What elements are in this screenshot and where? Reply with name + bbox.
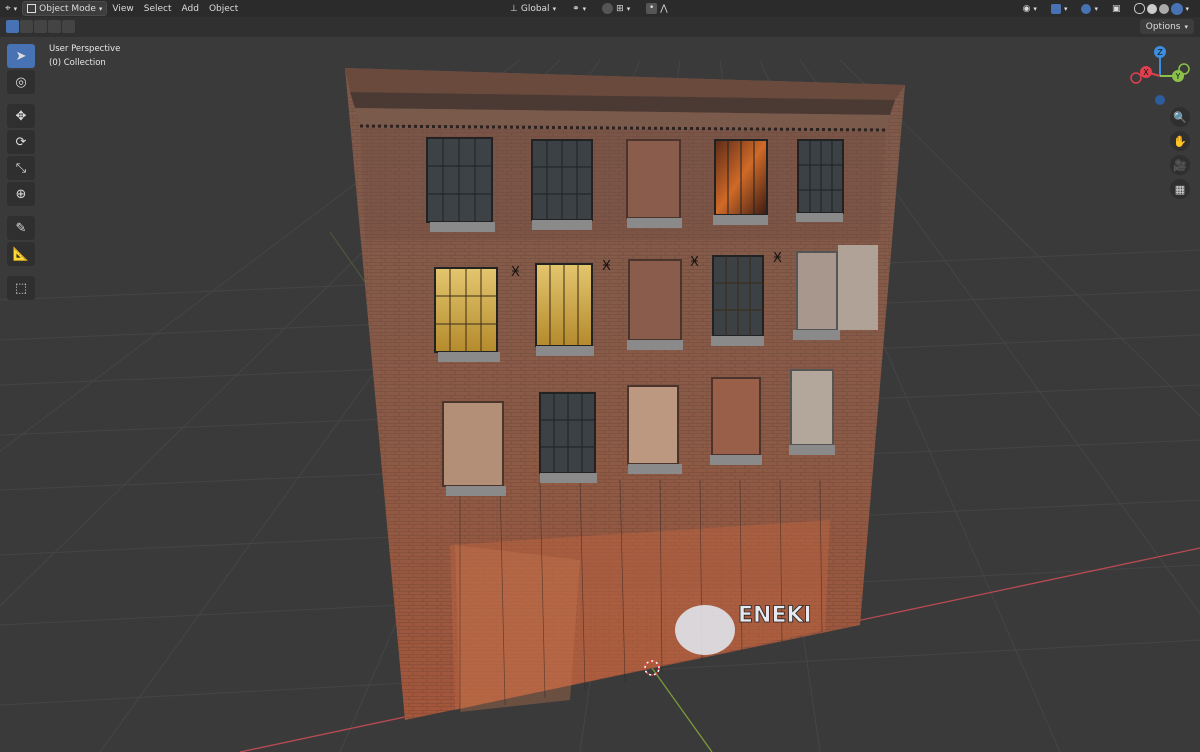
chevron-down-icon: ▾ [1063,4,1068,13]
xray-toggle[interactable]: ▣ [1107,1,1126,16]
header-right-controls: ◉ ▾ ▾ ▾ ▣ ▾ [1018,1,1194,16]
toolbar-divider [7,96,35,102]
orientation-label: Global [520,3,550,14]
eye-icon: ◉ [1022,3,1031,14]
viewport-header: ⌖ ▾ Object Mode ▾ View Select Add Object… [0,0,1200,17]
chevron-down-icon: ▾ [552,4,557,13]
camera-icon[interactable]: 🎥 [1170,155,1190,175]
material-shading-icon[interactable] [1159,3,1170,14]
scale-icon[interactable]: ⤡ [7,156,35,180]
chevron-down-icon: ▾ [1185,4,1189,13]
toolbar-divider [7,268,35,274]
proportional-edit-toggle[interactable]: • ⋀ [641,1,672,16]
svg-text:Ӿ: Ӿ [690,255,699,270]
select-subtract-icon[interactable] [34,20,47,33]
select-invert-icon[interactable] [62,20,75,33]
transform-icon[interactable]: ⊕ [7,182,35,206]
select-intersect-icon[interactable] [48,20,61,33]
mode-dropdown[interactable]: Object Mode ▾ [22,1,108,16]
menu-select[interactable]: Select [139,1,177,16]
shading-modes[interactable]: ▾ [1129,1,1194,16]
snap-toggle[interactable]: ⊞ ▾ [597,1,635,16]
chevron-down-icon: ▾ [1184,22,1188,31]
rendered-shading-icon[interactable] [1171,2,1184,15]
3d-viewport[interactable]: Ӿ Ӿ Ӿ Ӿ ENEKI User Perspective (0) Colle… [0,37,1200,752]
gizmo-y-label: Y [1175,72,1181,81]
gizmo-toggle[interactable]: ▾ [1046,1,1073,16]
menu-view[interactable]: View [107,1,138,16]
measure-icon[interactable]: 📐 [7,242,35,266]
menu-add[interactable]: Add [177,1,204,16]
pivot-point-dropdown[interactable]: ⚭ ▾ [567,1,591,16]
solid-shading-icon[interactable] [1147,3,1158,14]
svg-text:Ӿ: Ӿ [773,251,782,266]
select-new-icon[interactable] [6,20,19,33]
proportional-edit-icon: • [646,3,658,14]
gizmo-icon [1050,3,1061,14]
cursor-select-icon[interactable]: ➤ [7,44,35,68]
overlays-icon [1081,3,1092,14]
perspective-label: User Perspective [49,44,121,54]
falloff-icon: ⋀ [660,3,668,14]
gizmo-z-label: Z [1157,48,1163,57]
rotate-icon[interactable]: ⟳ [7,130,35,154]
zoom-icon[interactable]: 🔍 [1170,107,1190,127]
select-extend-icon[interactable] [20,20,33,33]
options-dropdown[interactable]: Options ▾ [1139,19,1194,34]
move-icon[interactable]: ✥ [7,104,35,128]
transform-orientation-dropdown[interactable]: ⊥ Global ▾ [505,1,561,16]
chevron-down-icon: ▾ [626,4,631,13]
graffiti-text: ENEKI [738,603,812,628]
editor-type-icon: ⌖ [5,3,11,14]
grid-ortho-icon[interactable]: ▦ [1170,179,1190,199]
pivot-icon: ⚭ [572,3,580,14]
wireframe-shading-icon[interactable] [1134,3,1146,14]
left-toolbar: ➤ ◎ ✥ ⟳ ⤡ ⊕ ✎ 📐 ⬚ [7,44,35,300]
options-label: Options [1145,21,1181,32]
svg-text:Ӿ: Ӿ [511,265,520,280]
add-cube-icon[interactable]: ⬚ [7,276,35,300]
magnet-icon [602,3,614,14]
collection-label: (0) Collection [49,58,106,68]
chevron-down-icon: ▾ [582,4,587,13]
tool-settings-bar: Options ▾ [0,17,1200,37]
editor-type-button[interactable]: ⌖ ▾ [0,1,22,16]
snap-target-icon: ⊞ [616,3,624,14]
xray-icon: ▣ [1111,3,1121,14]
toolbar-divider [7,208,35,214]
3d-cursor-tool-icon[interactable]: ◎ [7,70,35,94]
chevron-down-icon: ▾ [1094,4,1098,13]
mode-label: Object Mode [39,3,96,14]
viewport-scene: Ӿ Ӿ Ӿ Ӿ ENEKI [0,59,1200,752]
overlays-toggle[interactable]: ▾ [1076,1,1103,16]
chevron-down-icon: ▾ [98,4,103,13]
menu-object[interactable]: Object [204,1,243,16]
navigation-gizmo[interactable]: Z Y X [1128,44,1192,108]
annotate-icon[interactable]: ✎ [7,216,35,240]
selection-mode-group [6,20,75,33]
object-mode-icon [27,4,37,13]
chevron-down-icon: ▾ [13,4,18,13]
chevron-down-icon: ▾ [1033,4,1037,13]
visibility-dropdown[interactable]: ◉ ▾ [1018,1,1042,16]
pan-hand-icon[interactable]: ✋ [1170,131,1190,151]
orientation-icon: ⊥ [510,3,518,14]
gizmo-x-label: X [1143,68,1149,77]
y-axis-line [651,667,713,752]
center-controls: ⊥ Global ▾ ⚭ ▾ ⊞ ▾ • ⋀ [505,1,673,16]
svg-text:Ӿ: Ӿ [602,259,611,274]
